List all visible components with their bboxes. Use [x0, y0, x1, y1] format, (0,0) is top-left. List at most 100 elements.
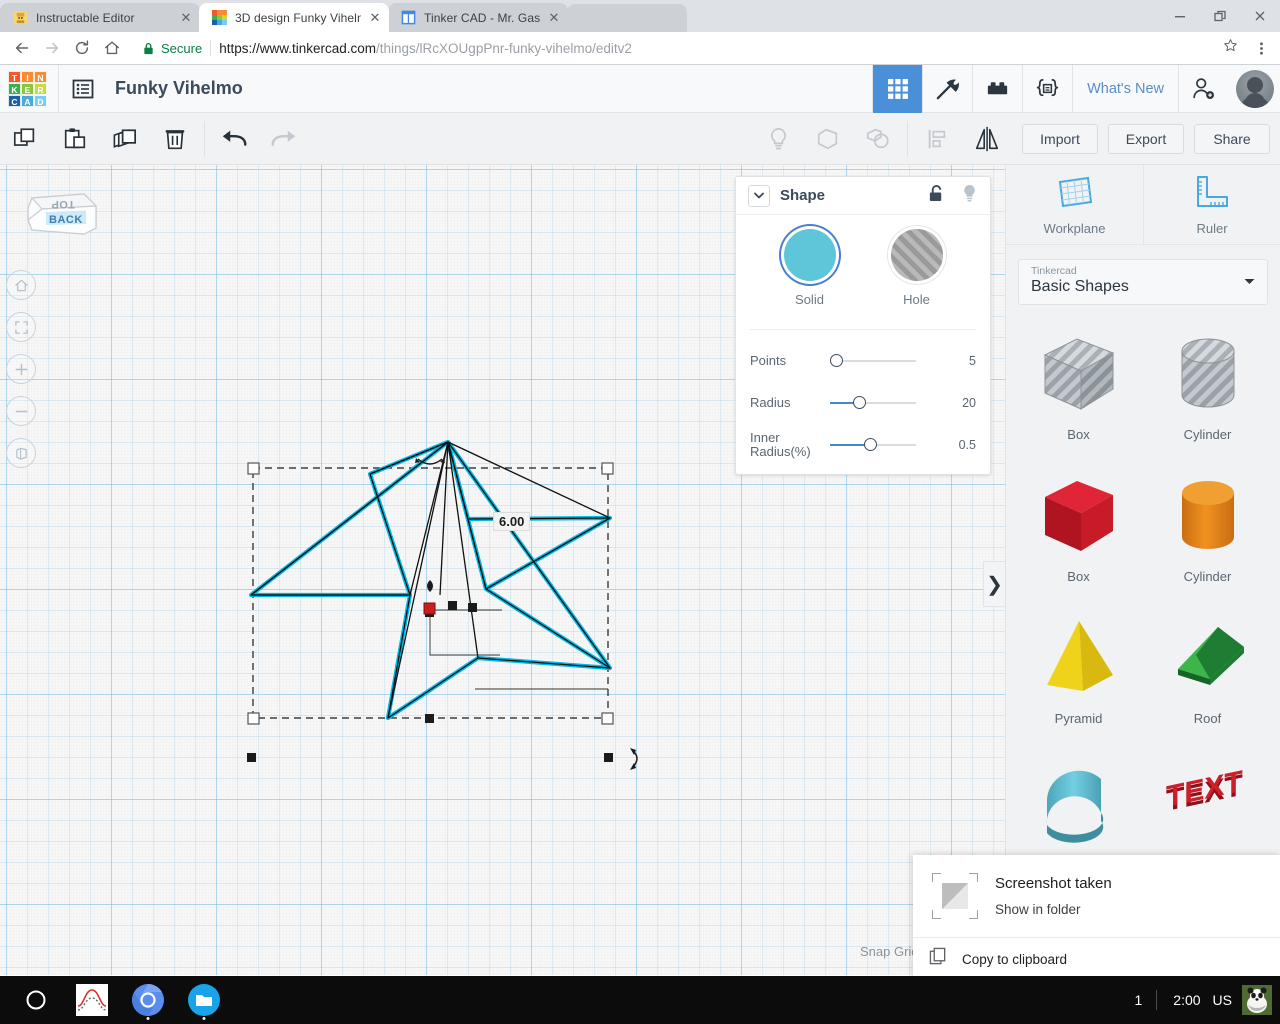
- shape-item-roof[interactable]: Roof: [1143, 601, 1272, 743]
- star-icon[interactable]: [1223, 38, 1238, 58]
- lightbulb-icon[interactable]: [961, 183, 978, 208]
- input-locale[interactable]: US: [1213, 992, 1242, 1008]
- browser-tab-3[interactable]: Tinker CAD - Mr. Gasser ✕: [388, 3, 568, 32]
- copy-to-clipboard-label: Copy to clipboard: [962, 951, 1068, 967]
- copy-to-clipboard-button[interactable]: Copy to clipboard: [913, 938, 1280, 980]
- panda-avatar[interactable]: [1242, 985, 1272, 1015]
- workplane-tool[interactable]: Workplane: [1006, 165, 1143, 244]
- browser-tab-close-button[interactable]: ✕: [178, 10, 194, 26]
- url-scheme: https://: [219, 40, 260, 56]
- shape-item-cylinder-hole[interactable]: Cylinder: [1143, 317, 1272, 459]
- minimize-window-button[interactable]: [1160, 0, 1200, 32]
- launcher-circle-icon[interactable]: [8, 976, 64, 1024]
- inner-radius-value[interactable]: 0.5: [959, 438, 976, 452]
- screenshot-notification[interactable]: Screenshot taken Show in folder Copy to …: [913, 855, 1280, 980]
- hammer-tools-icon[interactable]: [922, 64, 972, 113]
- window-icon: [400, 10, 416, 26]
- radius-slider[interactable]: [830, 395, 916, 411]
- tinkercad-logo-icon[interactable]: T I N K E R C A D: [8, 70, 48, 107]
- reload-button[interactable]: [68, 34, 96, 62]
- running-indicator: [202, 1017, 206, 1020]
- export-button[interactable]: Export: [1108, 123, 1184, 154]
- back-button[interactable]: [8, 34, 36, 62]
- restore-window-button[interactable]: [1200, 0, 1240, 32]
- url-path: /things/lRcXOUgpPnr-funky-vihelmo/editv2: [376, 40, 632, 56]
- pyramid-icon: [1033, 609, 1125, 709]
- avatar[interactable]: [1236, 69, 1274, 108]
- browser-tab-title: Tinker CAD - Mr. Gasser: [424, 10, 540, 25]
- list-menu-icon[interactable]: [59, 65, 107, 113]
- browser-tab-2[interactable]: 3D design Funky Vihelm ✕: [199, 3, 389, 32]
- import-button[interactable]: Import: [1022, 123, 1098, 154]
- chrome-icon[interactable]: [120, 976, 176, 1024]
- dimension-label[interactable]: 6.00: [493, 512, 531, 531]
- mirror-icon[interactable]: [962, 113, 1012, 165]
- delete-trash-icon[interactable]: [150, 113, 200, 165]
- files-icon[interactable]: [176, 976, 232, 1024]
- paste-icon[interactable]: [50, 113, 100, 165]
- graph-app-icon[interactable]: [64, 976, 120, 1024]
- toolbar-buttons: Import Export Share: [1012, 123, 1270, 154]
- running-indicator: [146, 1017, 150, 1020]
- browser-tab-close-button[interactable]: ✕: [546, 10, 562, 26]
- crop-bracket-top-left: [932, 873, 941, 882]
- copy-icon[interactable]: [0, 113, 50, 165]
- new-tab-button[interactable]: [567, 4, 687, 32]
- add-person-icon[interactable]: [1178, 64, 1228, 113]
- hole-swatch[interactable]: Hole: [890, 229, 943, 307]
- crop-bracket-bottom-right: [969, 910, 978, 919]
- inner-radius-slider[interactable]: [830, 437, 916, 453]
- workplane-icon: [1055, 174, 1095, 215]
- three-dots-icon[interactable]: [1250, 41, 1272, 56]
- browser-tab-1[interactable]: Instructable Editor ✕: [0, 3, 200, 32]
- whats-new-link[interactable]: What's New: [1072, 64, 1178, 113]
- browser-tab-title: Instructable Editor: [36, 10, 135, 25]
- shelf-apps: [0, 976, 232, 1024]
- home-button[interactable]: [98, 34, 126, 62]
- notification-count[interactable]: 1: [1121, 992, 1157, 1008]
- logo-tile-e: E: [21, 82, 34, 95]
- solid-color-circle[interactable]: [783, 229, 836, 281]
- address-bar[interactable]: Secure https://www.tinkercad.com/things/…: [136, 35, 1244, 61]
- shape-item-box-hole[interactable]: Box: [1014, 317, 1143, 459]
- chromebook-screen: Instructable Editor ✕ 3D design Funky Vi…: [0, 0, 1280, 1024]
- parameter-row-radius: Radius 20: [736, 382, 990, 424]
- ruler-tool[interactable]: Ruler: [1143, 165, 1280, 244]
- instructables-icon: [12, 10, 28, 26]
- shape-item-pyramid[interactable]: Pyramid: [1014, 601, 1143, 743]
- show-in-folder-link[interactable]: Show in folder: [995, 902, 1112, 917]
- shape-label: Pyramid: [1054, 711, 1103, 726]
- solid-swatch[interactable]: Solid: [783, 229, 836, 307]
- snap-grid-label[interactable]: Snap Grid: [860, 944, 919, 959]
- slider-knob[interactable]: [853, 396, 866, 409]
- points-value[interactable]: 5: [969, 354, 976, 368]
- code-blocks-icon[interactable]: [1022, 64, 1072, 113]
- hole-pattern-circle[interactable]: [890, 229, 943, 281]
- redo-icon: [259, 113, 309, 165]
- chevron-down-icon[interactable]: [748, 184, 770, 207]
- shape-library-dropdown[interactable]: Tinkercad Basic Shapes: [1018, 259, 1268, 305]
- slider-knob[interactable]: [864, 438, 877, 451]
- lego-brick-icon[interactable]: [972, 64, 1022, 113]
- shelf-status-area[interactable]: 1 2:00 US: [1121, 976, 1280, 1024]
- panel-collapse-button[interactable]: ❯: [983, 561, 1005, 607]
- points-slider[interactable]: [830, 353, 916, 369]
- shape-label: Cylinder: [1183, 569, 1232, 584]
- clock[interactable]: 2:00: [1157, 992, 1212, 1008]
- grid-apps-icon[interactable]: [872, 64, 923, 113]
- shape-item-cylinder-solid[interactable]: Cylinder: [1143, 459, 1272, 601]
- browser-tab-close-button[interactable]: ✕: [367, 10, 383, 26]
- slider-knob[interactable]: [830, 354, 843, 367]
- share-button[interactable]: Share: [1194, 123, 1270, 154]
- shape-item-box-solid[interactable]: Box: [1014, 459, 1143, 601]
- round-roof-icon: [1033, 751, 1125, 851]
- close-window-button[interactable]: [1240, 0, 1280, 32]
- radius-value[interactable]: 20: [962, 396, 976, 410]
- duplicate-icon[interactable]: [100, 113, 150, 165]
- page-title: Funky Vihelmo: [115, 78, 243, 98]
- unlocked-padlock-icon[interactable]: [928, 184, 945, 208]
- align-icon: [912, 113, 962, 165]
- shape-panel-title: Shape: [780, 187, 826, 204]
- chevron-down-icon[interactable]: [1244, 277, 1255, 287]
- undo-icon[interactable]: [209, 113, 259, 165]
